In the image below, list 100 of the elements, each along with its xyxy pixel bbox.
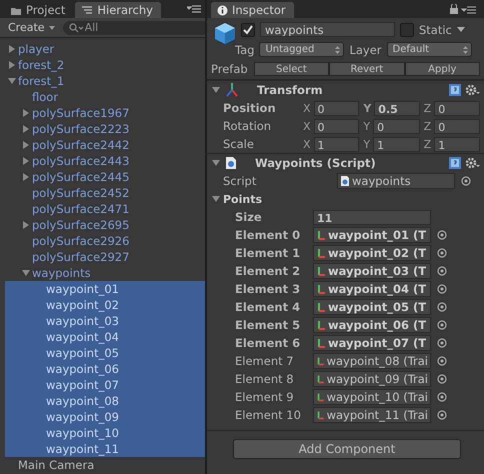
panel-tab[interactable]: Inspector [211,2,294,18]
tree-item[interactable]: forest_1 [18,74,64,88]
collapsed-arrow-icon[interactable] [7,44,17,54]
number-field[interactable]: 0 [434,118,480,134]
active-checkbox[interactable] [241,22,255,36]
search-field[interactable]: All [62,20,205,34]
number-field[interactable]: 0 [314,118,360,134]
collapsed-arrow-icon[interactable] [7,60,17,70]
number-field[interactable]: 0 [434,100,480,116]
script-field[interactable]: waypoints [337,173,455,189]
tree-item[interactable]: polySurface2445 [32,170,130,184]
prefab-button[interactable]: Revert [329,62,405,76]
selected-tree-row[interactable]: waypoint_04 [5,329,205,345]
selected-tree-row[interactable]: waypoint_05 [5,345,205,361]
tree-item[interactable]: polySurface2695 [32,218,130,232]
selected-tree-row[interactable]: waypoint_11 [5,441,205,457]
object-field[interactable]: waypoint_11 (Trai [313,407,431,423]
property-label: Size [234,210,263,224]
tree-item[interactable]: polySurface2442 [32,138,130,152]
selected-tree-row[interactable]: waypoint_03 [5,313,205,329]
selected-tree-row[interactable]: waypoint_10 [5,425,205,441]
selected-tree-row[interactable]: waypoint_01 [5,281,205,297]
gear-icon[interactable] [465,84,480,96]
component-title[interactable]: Waypoints (Script) [241,156,445,170]
help-book-icon[interactable] [449,84,461,96]
tree-item[interactable]: waypoint_04 [46,330,119,344]
expanded-arrow-icon[interactable] [21,268,31,278]
transform-icon [316,391,325,403]
gear-icon[interactable] [465,157,480,169]
tree-item[interactable]: polySurface2443 [32,154,130,168]
selected-tree-row[interactable]: waypoint_08 [5,393,205,409]
caret-icon[interactable] [456,27,465,32]
tree-item[interactable]: waypoint_06 [46,362,119,376]
size-field[interactable]: 11 [313,210,431,224]
help-book-icon[interactable] [449,157,461,169]
collapsed-arrow-icon[interactable] [21,172,31,182]
layer-dropdown[interactable]: Default [386,42,472,57]
tree-item[interactable]: waypoints [32,266,91,280]
tree-item[interactable]: waypoint_08 [46,394,119,408]
tree-item[interactable]: waypoint_05 [46,346,119,360]
tree-item[interactable]: floor [32,90,58,104]
tree-item[interactable]: polySurface2452 [32,186,130,200]
number-field[interactable]: 0 [314,100,360,116]
object-field[interactable]: waypoint_09 (Trai [313,371,431,387]
tree-item[interactable]: waypoint_11 [46,442,119,456]
selected-tree-row[interactable]: waypoint_09 [5,409,205,425]
foldout-label[interactable]: Points [223,192,262,206]
create-button[interactable]: Create [4,21,59,34]
tree-item[interactable]: polySurface2471 [32,202,130,216]
expanded-arrow-icon[interactable] [211,85,221,95]
tree-item[interactable]: player [18,42,54,56]
object-field[interactable]: waypoint_10 (Trai [313,389,431,405]
selected-tree-row[interactable]: waypoint_02 [5,297,205,313]
object-field[interactable]: waypoint_04 (T [313,281,431,297]
expanded-arrow-icon[interactable] [211,194,221,204]
object-field[interactable]: waypoint_05 (T [313,299,431,315]
selected-tree-row[interactable]: waypoint_06 [5,361,205,377]
prefab-button[interactable]: Select [254,62,330,76]
object-field[interactable]: waypoint_08 (Trai [313,353,431,369]
collapsed-arrow-icon[interactable] [21,156,31,166]
collapsed-arrow-icon[interactable] [21,108,31,118]
property-label: Element 2 [234,264,302,278]
selected-tree-row[interactable]: waypoint_07 [5,377,205,393]
menu-icon[interactable] [187,4,201,14]
tree-item[interactable]: waypoint_07 [46,378,119,392]
collapsed-arrow-icon[interactable] [21,140,31,150]
tree-item[interactable]: polySurface1967 [32,106,130,120]
tree-item[interactable]: polySurface2223 [32,122,130,136]
object-picker-icon[interactable] [461,176,471,186]
object-field[interactable]: waypoint_06 (T [313,317,431,333]
prefab-button[interactable]: Apply [404,62,480,76]
object-field[interactable]: waypoint_01 (T [313,227,431,243]
object-field[interactable]: waypoint_03 (T [313,263,431,279]
number-field[interactable]: 1 [434,136,480,152]
tree-item[interactable]: forest_2 [18,58,64,72]
tree-item[interactable]: polySurface2927 [32,250,130,264]
tree-item[interactable]: waypoint_03 [46,314,119,328]
panel-tab[interactable]: Hierarchy [75,2,161,18]
number-field[interactable]: 1 [373,136,420,152]
tag-dropdown[interactable]: Untagged [259,42,344,57]
expanded-arrow-icon[interactable] [211,158,221,168]
number-field[interactable]: 1 [314,136,360,152]
add-component-button[interactable]: Add Component [233,439,461,459]
tree-item[interactable]: polySurface2926 [32,234,130,248]
tree-item[interactable]: waypoint_01 [46,282,119,296]
tree-item[interactable]: Main Camera [18,458,94,472]
object-field[interactable]: waypoint_07 (T [313,335,431,351]
panel-tab[interactable]: Project [4,2,74,18]
collapsed-arrow-icon[interactable] [21,124,31,134]
number-field[interactable]: 0.5 [374,100,420,116]
static-checkbox[interactable] [400,22,414,36]
expanded-arrow-icon[interactable] [7,76,17,86]
number-field[interactable]: 0 [373,118,420,134]
tree-item[interactable]: waypoint_09 [46,410,119,424]
name-field[interactable]: waypoints [260,22,395,37]
object-field[interactable]: waypoint_02 (T [313,245,431,261]
component-title[interactable]: Transform [243,83,445,97]
tree-item[interactable]: waypoint_02 [46,298,119,312]
tree-item[interactable]: waypoint_10 [46,426,119,440]
collapsed-arrow-icon[interactable] [21,220,31,230]
